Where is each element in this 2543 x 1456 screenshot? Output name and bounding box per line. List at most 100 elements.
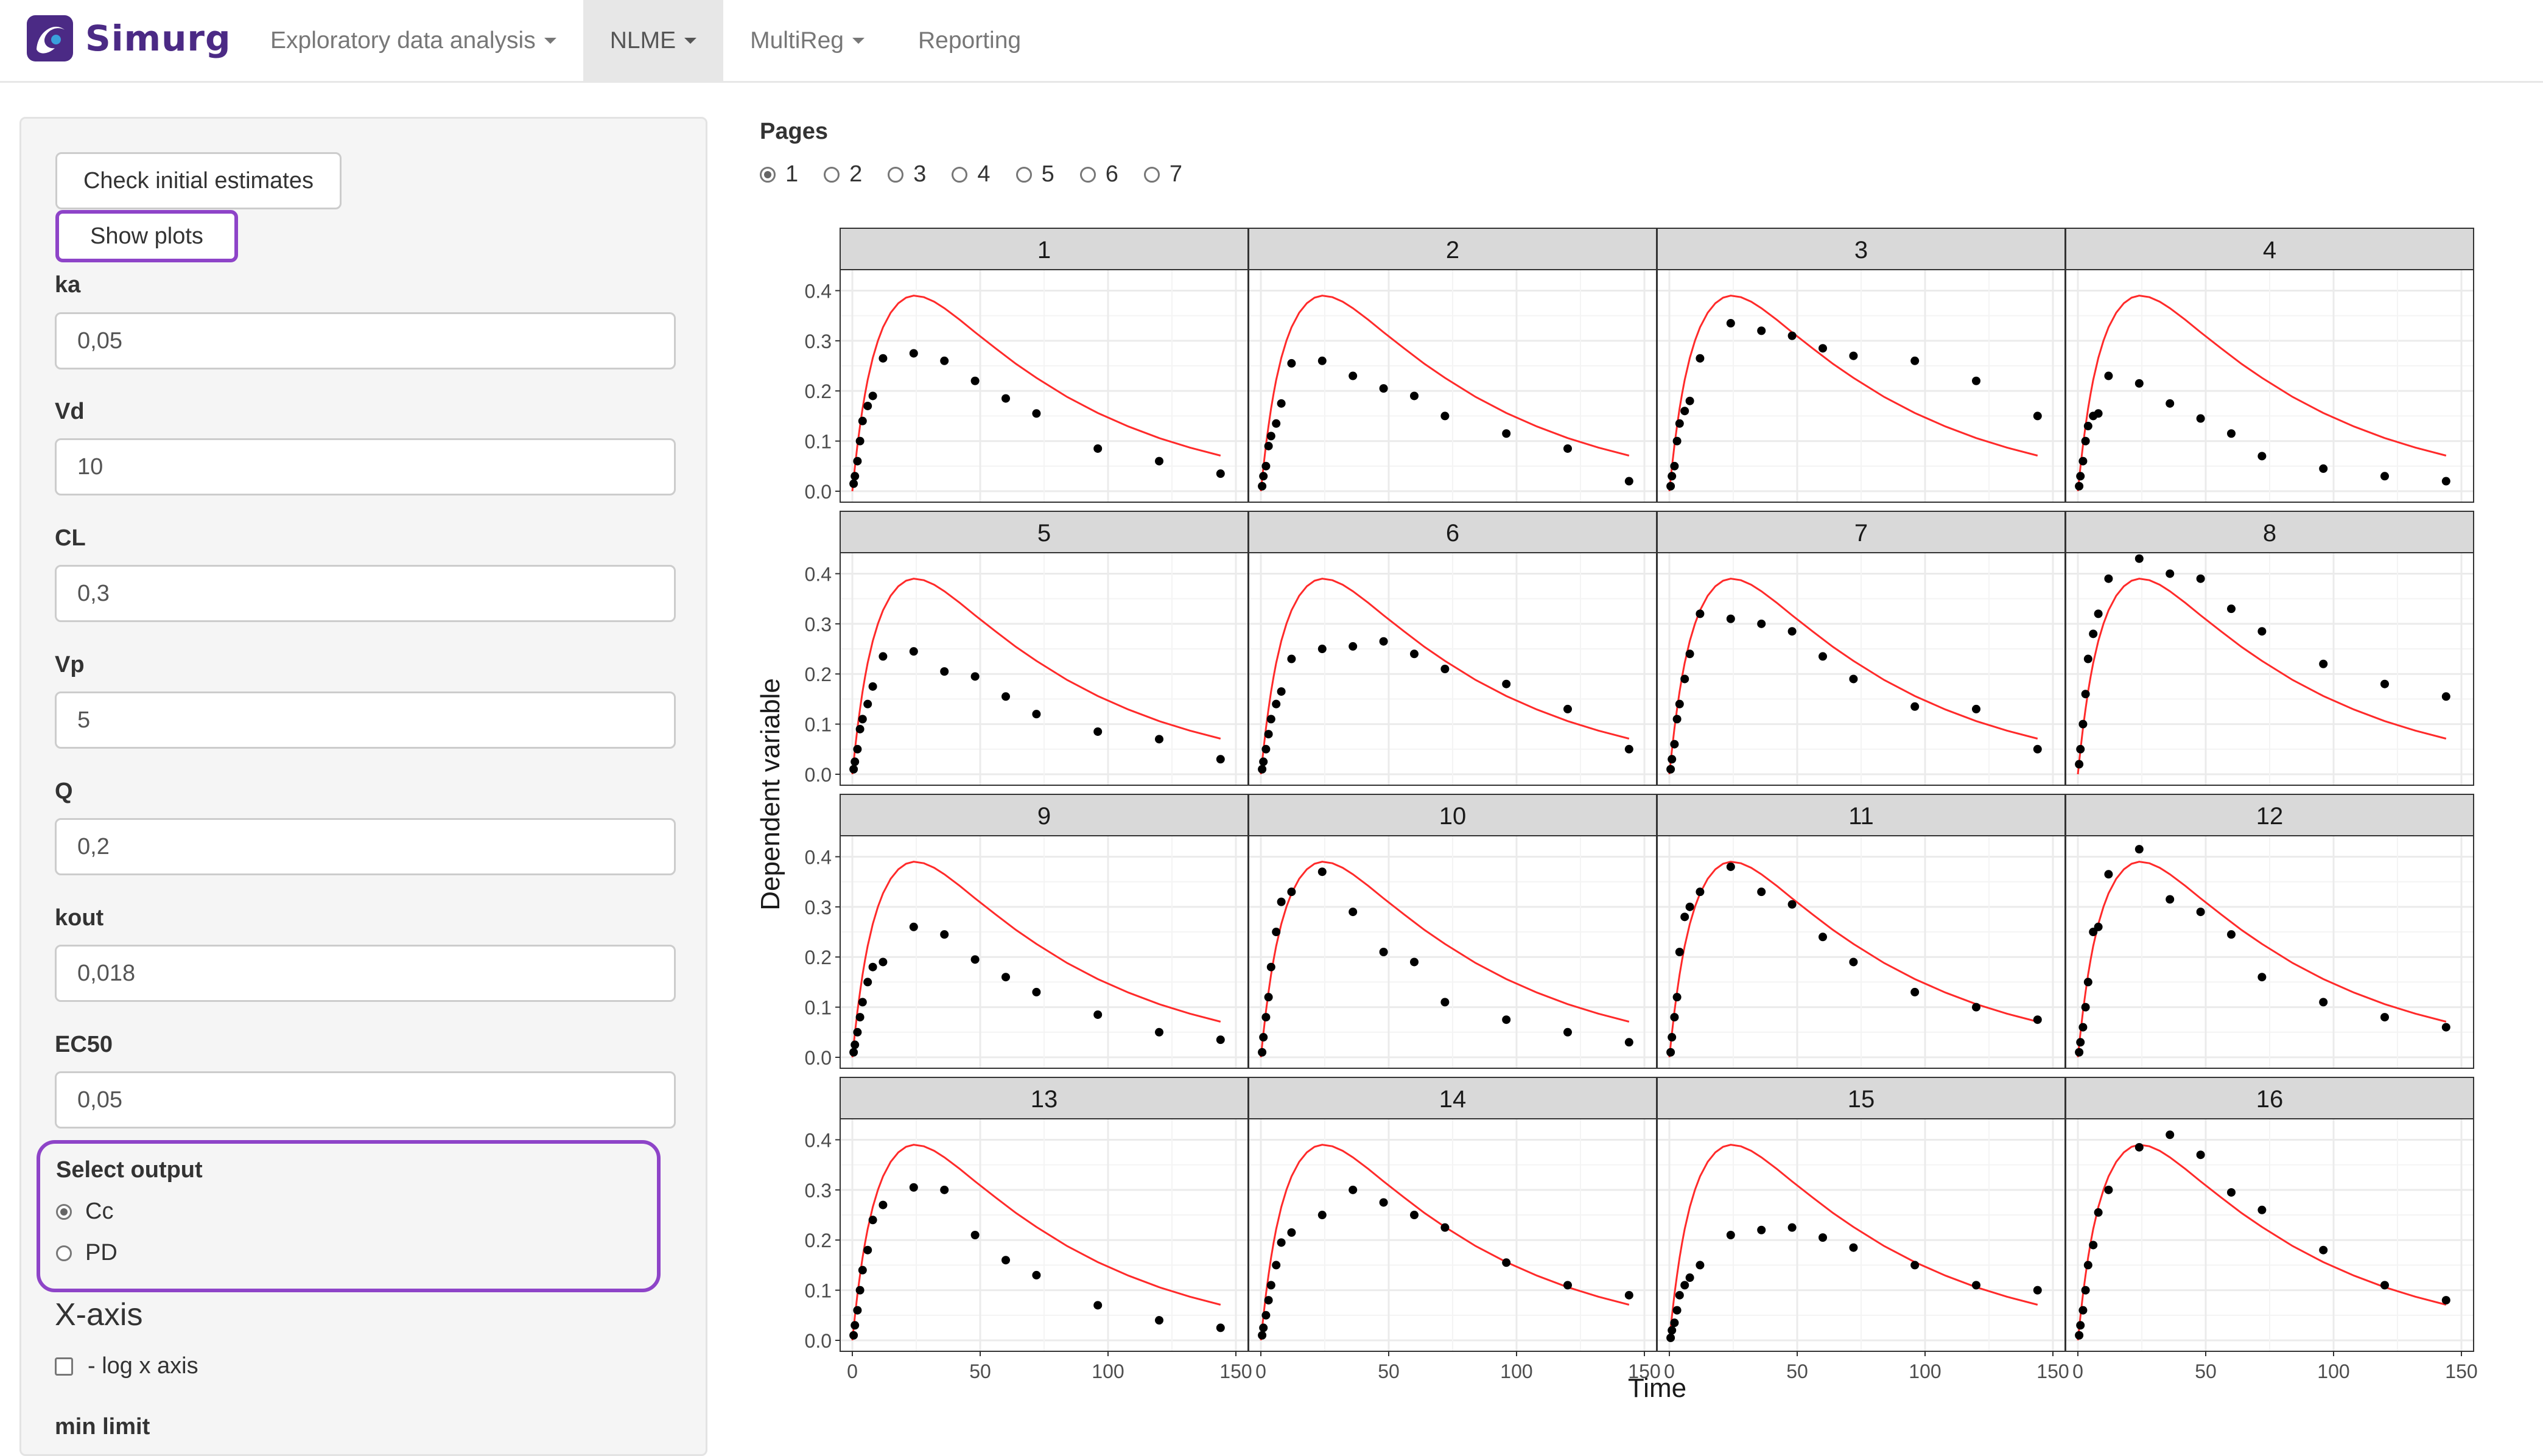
- page-radio[interactable]: [824, 166, 840, 183]
- y-tick-label: 0.3: [805, 897, 832, 919]
- output-option-cc[interactable]: Cc: [56, 1199, 113, 1225]
- show-plots-button[interactable]: Show plots: [55, 210, 238, 262]
- observation-point: [1502, 429, 1511, 438]
- vp-input[interactable]: 5: [55, 691, 676, 749]
- observation-point: [2078, 457, 2088, 466]
- page-radio[interactable]: [1079, 166, 1096, 183]
- observation-point: [909, 647, 918, 656]
- facet-strip-label: 14: [1439, 1086, 1467, 1113]
- observation-point: [1266, 715, 1275, 724]
- observation-point: [2166, 895, 2175, 904]
- observation-point: [1696, 887, 1705, 897]
- observation-point: [855, 1286, 865, 1295]
- observation-point: [1317, 1211, 1327, 1220]
- observation-point: [2319, 998, 2328, 1007]
- brand[interactable]: Simurg: [24, 11, 231, 66]
- nav-item-reporting[interactable]: Reporting: [891, 0, 1048, 81]
- select-output-label: Select output: [56, 1157, 203, 1183]
- observation-point: [1258, 1331, 1267, 1340]
- observation-point: [879, 957, 888, 967]
- page-radio[interactable]: [952, 166, 968, 183]
- nav-item-multireg[interactable]: MultiReg: [723, 0, 891, 81]
- ka-input[interactable]: 0,05: [55, 312, 676, 369]
- observation-point: [868, 682, 877, 691]
- observation-point: [1264, 993, 1273, 1002]
- check-initial-estimates-button[interactable]: Check initial estimates: [55, 152, 342, 209]
- observation-point: [851, 1040, 860, 1049]
- observation-point: [851, 757, 860, 766]
- select-output-group: Select output Cc PD: [37, 1140, 661, 1292]
- page-radio[interactable]: [1143, 166, 1160, 183]
- observation-point: [2319, 1245, 2328, 1255]
- cl-label: CL: [55, 525, 86, 551]
- observation-point: [2094, 609, 2103, 618]
- page-option-5[interactable]: 5: [1015, 161, 1054, 187]
- observation-point: [1216, 1035, 1225, 1045]
- page-radio[interactable]: [888, 166, 904, 183]
- observation-point: [1317, 356, 1327, 365]
- page-option-7[interactable]: 7: [1143, 161, 1182, 187]
- page-option-1[interactable]: 1: [760, 161, 798, 187]
- radio-cc[interactable]: [56, 1203, 72, 1220]
- observation-point: [940, 356, 949, 365]
- facet-strip-label: 5: [1037, 520, 1051, 547]
- observation-point: [1787, 900, 1797, 909]
- observation-point: [1670, 1013, 1679, 1022]
- page-radio[interactable]: [1015, 166, 1032, 183]
- observation-point: [2104, 371, 2113, 380]
- y-tick-label: 0.0: [805, 764, 832, 786]
- observation-point: [1819, 1233, 1827, 1242]
- page-option-4[interactable]: 4: [952, 161, 991, 187]
- observation-point: [2227, 930, 2236, 939]
- observation-point: [1317, 645, 1327, 654]
- observation-point: [1379, 948, 1388, 956]
- nav-item-nlme[interactable]: NLME: [583, 0, 724, 81]
- radio-pd[interactable]: [56, 1245, 72, 1261]
- q-input[interactable]: 0,2: [55, 818, 676, 875]
- page-option-6[interactable]: 6: [1079, 161, 1118, 187]
- observation-point: [1093, 727, 1103, 736]
- facet-strip-label: 6: [1446, 520, 1459, 547]
- page-option-2[interactable]: 2: [824, 161, 862, 187]
- observation-point: [1440, 998, 1450, 1007]
- output-option-pd[interactable]: PD: [56, 1240, 118, 1266]
- observation-point: [2257, 452, 2267, 461]
- observation-point: [2227, 1188, 2236, 1197]
- observation-point: [1787, 627, 1797, 636]
- y-tick-label: 0.0: [805, 1330, 832, 1352]
- observation-point: [858, 1265, 867, 1275]
- observation-point: [2094, 922, 2103, 931]
- observation-point: [1910, 1261, 1920, 1270]
- observation-point: [1666, 1333, 1675, 1342]
- page-radio-label: 5: [1041, 161, 1054, 187]
- observation-point: [940, 930, 949, 939]
- kout-input[interactable]: 0,018: [55, 945, 676, 1002]
- page-option-3[interactable]: 3: [888, 161, 926, 187]
- x-tick-label: 50: [969, 1360, 991, 1382]
- y-tick-label: 0.3: [805, 331, 832, 352]
- observation-point: [1287, 359, 1296, 368]
- nav-item-exploratory-data-analysis[interactable]: Exploratory data analysis: [244, 0, 583, 81]
- ec50-input[interactable]: 0,05: [55, 1071, 676, 1129]
- observation-point: [1349, 371, 1358, 380]
- vd-input[interactable]: 10: [55, 438, 676, 495]
- chevron-down-icon: [544, 37, 556, 44]
- page-radio[interactable]: [760, 166, 776, 183]
- observation-point: [2441, 1296, 2450, 1305]
- observation-point: [1624, 744, 1633, 754]
- facet-strip-label: 16: [2256, 1086, 2284, 1113]
- observation-point: [2196, 908, 2205, 917]
- y-tick-label: 0.1: [805, 997, 832, 1019]
- cl-input[interactable]: 0,3: [55, 565, 676, 622]
- observation-point: [1259, 1033, 1268, 1042]
- log-x-axis-checkbox[interactable]: [55, 1357, 73, 1376]
- observation-point: [970, 1231, 980, 1239]
- observation-point: [879, 1200, 888, 1209]
- observation-point: [2380, 1013, 2389, 1022]
- observation-point: [1259, 1323, 1268, 1332]
- output-option-label: PD: [85, 1240, 118, 1265]
- observation-point: [1502, 1258, 1511, 1267]
- log-x-axis-checkbox-row[interactable]: - log x axis: [55, 1353, 198, 1379]
- observation-point: [909, 1183, 918, 1192]
- observation-point: [1680, 912, 1689, 922]
